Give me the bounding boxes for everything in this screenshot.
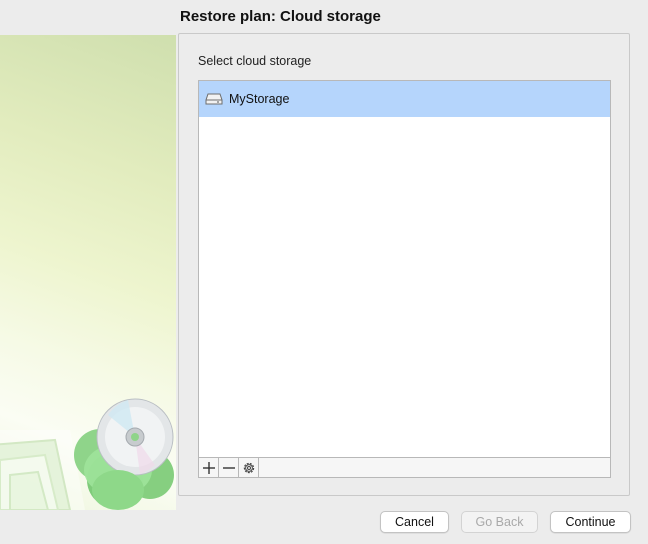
list-toolbar — [198, 457, 611, 478]
cloud-disc-illustration — [0, 398, 174, 510]
remove-icon — [222, 466, 235, 469]
cancel-button[interactable]: Cancel — [380, 511, 449, 533]
remove-button[interactable] — [219, 458, 239, 477]
cloud-storage-panel: Select cloud storage MyStorage — [178, 33, 630, 496]
go-back-button[interactable]: Go Back — [461, 511, 538, 533]
select-cloud-storage-label: Select cloud storage — [198, 54, 312, 68]
drive-icon — [205, 92, 223, 106]
page-title: Restore plan: Cloud storage — [180, 8, 381, 25]
continue-button[interactable]: Continue — [550, 511, 631, 533]
list-item-label: MyStorage — [229, 92, 290, 106]
add-icon — [202, 461, 215, 474]
add-button[interactable] — [199, 458, 219, 477]
list-item[interactable]: MyStorage — [199, 81, 610, 117]
sidebar-illustration — [0, 35, 176, 510]
storage-list[interactable]: MyStorage — [198, 80, 611, 458]
gear-icon — [243, 462, 254, 473]
settings-button[interactable] — [239, 458, 259, 477]
